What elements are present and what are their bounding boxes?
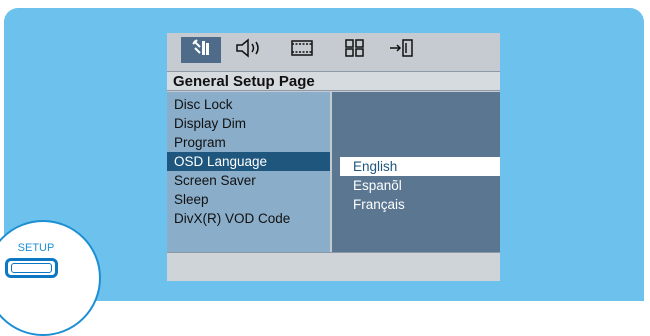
background-panel: General Setup Page Disc Lock Display Dim…	[4, 8, 644, 301]
options-panel: English Espanõl Français	[332, 92, 500, 252]
menu-item-screen-saver[interactable]: Screen Saver	[167, 171, 330, 190]
video-setup-icon	[290, 38, 314, 63]
general-setup-icon	[191, 38, 211, 62]
menu-item-program[interactable]: Program	[167, 133, 330, 152]
settings-list: Disc Lock Display Dim Program OSD Langua…	[167, 92, 330, 252]
setup-key[interactable]	[5, 258, 58, 278]
menu-item-sleep[interactable]: Sleep	[167, 190, 330, 209]
tab-audio-setup[interactable]	[229, 37, 269, 63]
setup-menu: General Setup Page Disc Lock Display Dim…	[167, 33, 500, 281]
tab-bar	[167, 33, 500, 67]
audio-setup-icon	[235, 37, 263, 63]
tab-video-setup[interactable]	[282, 37, 322, 63]
menu-item-disc-lock[interactable]: Disc Lock	[167, 95, 330, 114]
preference-setup-icon	[344, 38, 366, 63]
menu-item-osd-language[interactable]: OSD Language	[167, 152, 330, 171]
option-english[interactable]: English	[340, 157, 500, 176]
menu-item-divx-vod-code[interactable]: DivX(R) VOD Code	[167, 209, 330, 228]
tab-exit[interactable]	[382, 37, 422, 63]
option-francais[interactable]: Français	[340, 195, 500, 214]
menu-footer	[167, 252, 500, 281]
menu-item-display-dim[interactable]: Display Dim	[167, 114, 330, 133]
option-espanol[interactable]: Espanõl	[340, 176, 500, 195]
tab-preference-setup[interactable]	[335, 37, 375, 63]
page-title: General Setup Page	[167, 71, 500, 91]
tab-general-setup[interactable]	[181, 37, 221, 63]
setup-button-label: SETUP	[17, 242, 55, 254]
stage: General Setup Page Disc Lock Display Dim…	[0, 0, 650, 336]
exit-icon	[388, 38, 416, 63]
